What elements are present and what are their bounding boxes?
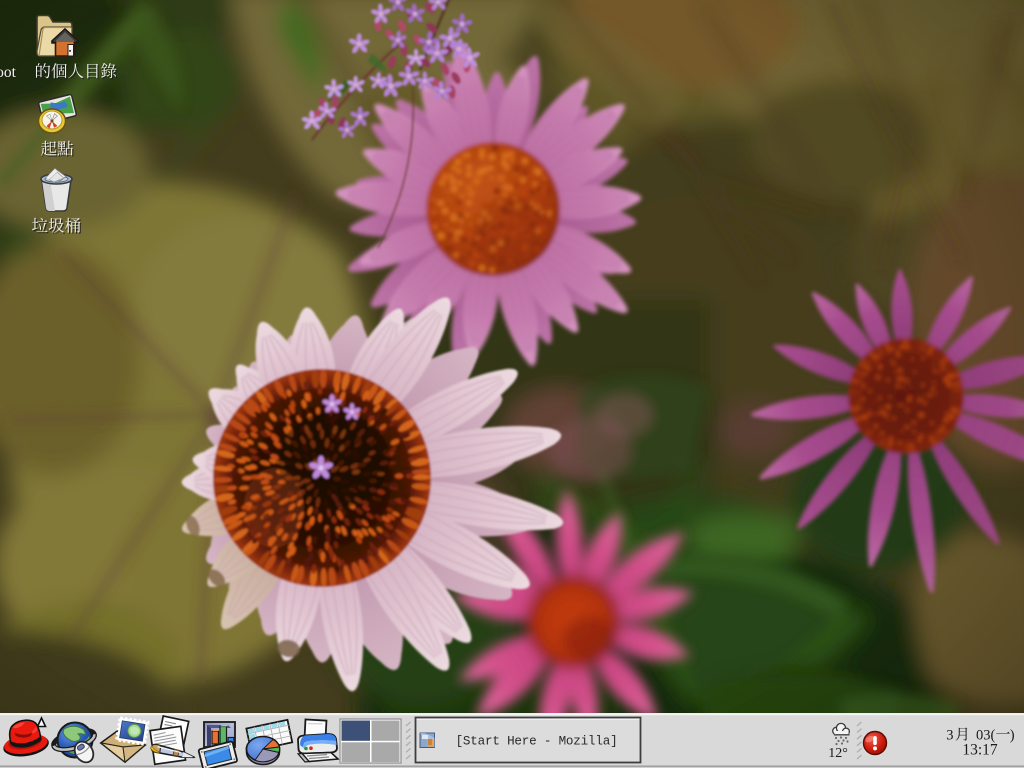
svg-text:3: 3 xyxy=(946,728,953,744)
svg-text:root: root xyxy=(0,64,17,81)
svg-text:13:17: 13:17 xyxy=(962,742,998,759)
svg-text:[Start Here - Mozilla]: [Start Here - Mozilla] xyxy=(456,735,618,749)
svg-text:): ) xyxy=(1010,728,1015,744)
svg-text:12°: 12° xyxy=(828,746,848,761)
